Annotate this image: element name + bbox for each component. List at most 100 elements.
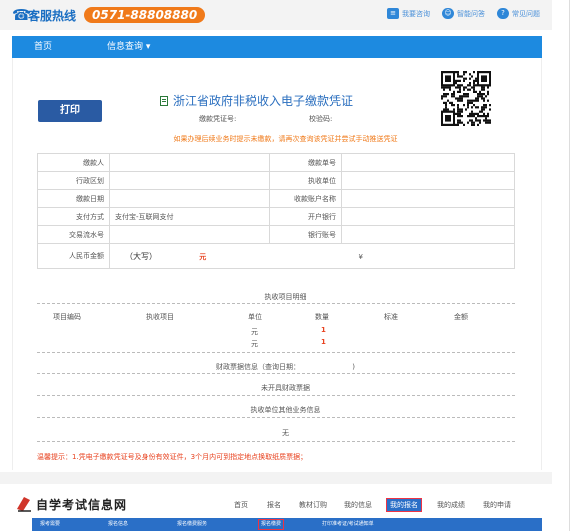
bank-value (341, 207, 515, 226)
phone-icon: ☎ (12, 6, 31, 24)
site-nav-register[interactable]: 报名 (267, 500, 281, 510)
divider (37, 417, 515, 418)
bank-account-label: 银行账号 (269, 225, 342, 244)
col-standard: 标准 (384, 313, 398, 321)
no-bill-text: 未开具财政票据 (261, 384, 310, 392)
items-section-title: 执收项目明细 (264, 293, 307, 301)
voucher-no-label: 缴款凭证号: (199, 115, 237, 123)
chat-icon: ≡ (387, 8, 399, 19)
question-icon: ? (497, 8, 509, 19)
site-subnav: 报考需要 报名信息 报名缴费服务 报名缴费 打印准考证/考试通知单 (32, 518, 542, 531)
table-row: 缴款人 缴款单号 (37, 153, 515, 172)
consult-link[interactable]: ≡ 我要咨询 (387, 8, 430, 19)
robot-icon: ☺ (442, 8, 454, 19)
table-row: 人民币金额 （大写） 元 ¥ (37, 243, 515, 269)
divider (37, 395, 515, 396)
top-links: ≡ 我要咨询 ☺ 智能问答 ? 常见问题 (387, 8, 540, 19)
amount-upper: （大写） (125, 251, 157, 261)
payer-label: 缴款人 (37, 153, 110, 172)
table-row: 支付方式 支付宝-互联网支付 开户银行 (37, 207, 515, 226)
warm-tip: 温馨提示：1.凭电子缴款凭证号及身份有效证件，3个月内可到指定地点换取纸质票据； (37, 453, 308, 461)
payment-no-value (341, 153, 515, 172)
main-nav: 首页 信息查询 ▾ (12, 36, 542, 58)
site-logo-text: 自学考试信息网 (36, 498, 128, 512)
subnav-item[interactable]: 报考需要 (40, 518, 60, 531)
divider (37, 303, 515, 304)
hotline-number: 0571-88808880 (84, 7, 206, 23)
region-value (109, 171, 270, 190)
table-row: 交易流水号 银行账号 (37, 225, 515, 244)
print-button[interactable]: 打印 (38, 100, 102, 122)
other-info-title: 执收单位其他业务信息 (250, 406, 321, 414)
consult-link-label: 我要咨询 (402, 9, 430, 18)
pay-method-label: 支付方式 (37, 207, 110, 226)
txn-no-value (109, 225, 270, 244)
pay-date-value (109, 189, 270, 208)
exam-site-header: 自学考试信息网 首页 报名 教材订购 我的信息 我的报名 我的成绩 我的申请 报… (12, 486, 542, 531)
pay-method-value: 支付宝-互联网支付 (109, 207, 270, 226)
amount-value: （大写） 元 ¥ (109, 243, 515, 269)
amount-symbol: ¥ (358, 252, 363, 261)
table-row: 行政区划 执收单位 (37, 171, 515, 190)
txn-no-label: 交易流水号 (37, 225, 110, 244)
site-nav-my-info[interactable]: 我的信息 (344, 500, 372, 510)
collector-value (341, 171, 515, 190)
site-nav-my-applications[interactable]: 我的申请 (483, 500, 511, 510)
separator-band (0, 472, 552, 484)
nav-home[interactable]: 首页 (34, 36, 52, 58)
finance-bill-end: ) (352, 363, 355, 371)
hotline: ☎ 客服热线 0571-88808880 (12, 6, 206, 24)
divider (37, 352, 515, 353)
faq-link-label: 常见问题 (512, 9, 540, 18)
smart-qa-link-label: 智能问答 (457, 9, 485, 18)
site-nav-my-registration[interactable]: 我的报名 (386, 498, 422, 512)
subnav-item[interactable]: 报名信息 (108, 518, 128, 531)
page: ☎ 客服热线 0571-88808880 ≡ 我要咨询 ☺ 智能问答 ? 常见问… (0, 0, 552, 531)
row2-unit: 元 (251, 340, 258, 348)
col-unit: 单位 (248, 313, 262, 321)
account-name-value (341, 189, 515, 208)
scrollbar-track (569, 0, 570, 531)
subnav-item-active[interactable]: 报名缴费 (258, 519, 285, 530)
bank-account-value (341, 225, 515, 244)
region-label: 行政区划 (37, 171, 110, 190)
nav-info-query[interactable]: 信息查询 ▾ (107, 36, 150, 58)
amount-label: 人民币金额 (37, 243, 110, 269)
site-nav-my-scores[interactable]: 我的成绩 (437, 500, 465, 510)
bank-label: 开户银行 (269, 207, 342, 226)
col-item-name: 执收项目 (146, 313, 174, 321)
subnav-item[interactable]: 报名缴费服务 (177, 518, 207, 531)
payment-no-label: 缴款单号 (269, 153, 342, 172)
check-code-label: 校验码: (309, 115, 333, 123)
site-nav-home[interactable]: 首页 (234, 500, 248, 510)
divider (37, 441, 515, 442)
table-row: 缴款日期 收款账户名称 (37, 189, 515, 208)
payer-value (109, 153, 270, 172)
row2-qty: 1 (321, 338, 326, 346)
pay-date-label: 缴款日期 (37, 189, 110, 208)
logo-icon (14, 494, 34, 514)
faq-link[interactable]: ? 常见问题 (497, 8, 540, 19)
amount-unit: 元 (199, 252, 207, 261)
voucher-title-text: 浙江省政府非税收入电子缴款凭证 (173, 94, 354, 108)
col-amount: 金额 (454, 313, 468, 321)
col-qty: 数量 (315, 313, 329, 321)
document-icon (160, 95, 168, 106)
row1-unit: 元 (251, 328, 258, 336)
divider (37, 373, 515, 374)
other-info-value: 无 (282, 429, 289, 437)
finance-bill-label: 财政票据信息（查询日期： (216, 363, 301, 371)
col-item-code: 项目编码 (53, 313, 81, 321)
qr-code (441, 71, 491, 126)
smart-qa-link[interactable]: ☺ 智能问答 (442, 8, 485, 19)
row1-qty: 1 (321, 326, 326, 334)
hotline-label: 客服热线 (28, 8, 77, 23)
site-nav-textbook[interactable]: 教材订购 (299, 500, 327, 510)
push-notice: 如果办理后续业务时提示未缴款，请再次查询该凭证并尝试手动推送凭证 (173, 135, 398, 143)
account-name-label: 收款账户名称 (269, 189, 342, 208)
voucher-title: 浙江省政府非税收入电子缴款凭证 (160, 92, 353, 109)
vertical-scrollbar[interactable] (552, 0, 571, 531)
finance-bill-title: 财政票据信息（查询日期： ) (0, 362, 571, 372)
voucher-table: 缴款人 缴款单号 行政区划 执收单位 缴款日期 收款账户名称 支付方式 支付宝-… (37, 153, 515, 269)
subnav-item[interactable]: 打印准考证/考试通知单 (322, 518, 374, 531)
